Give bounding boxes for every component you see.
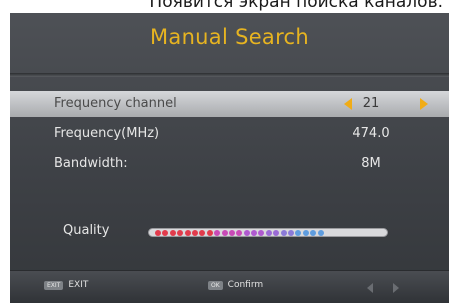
quality-segment bbox=[191, 229, 198, 236]
row-frequency-mhz[interactable]: Frequency(MHz) 474.0 bbox=[10, 121, 449, 147]
quality-segment bbox=[228, 229, 235, 236]
quality-segment bbox=[317, 229, 324, 236]
quality-segment bbox=[273, 229, 280, 236]
caption-text: Появится экран поиска каналов. bbox=[149, 0, 443, 12]
ok-key-icon: OK bbox=[208, 280, 223, 290]
quality-segment bbox=[243, 229, 250, 236]
frequency-channel-label: Frequency channel bbox=[54, 96, 177, 111]
bandwidth-label: Bandwidth: bbox=[54, 156, 128, 171]
quality-bar bbox=[148, 228, 388, 237]
quality-segment bbox=[295, 229, 302, 236]
quality-segment bbox=[199, 229, 206, 236]
exit-key-icon: EXIT bbox=[44, 280, 64, 290]
quality-segment bbox=[236, 229, 243, 236]
exit-label: EXIT bbox=[68, 280, 89, 290]
footer-bar: EXIT EXIT OK Confirm bbox=[10, 270, 449, 303]
quality-segment bbox=[258, 229, 265, 236]
quality-segment bbox=[288, 229, 295, 236]
quality-segment bbox=[162, 229, 169, 236]
quality-segment bbox=[265, 229, 272, 236]
quality-segment bbox=[184, 229, 191, 236]
page-title: Manual Search bbox=[149, 25, 310, 49]
row-bandwidth[interactable]: Bandwidth: 8M bbox=[10, 151, 449, 177]
frequency-mhz-label: Frequency(MHz) bbox=[54, 126, 160, 141]
frequency-mhz-value: 474.0 bbox=[352, 126, 390, 141]
quality-segment bbox=[280, 229, 287, 236]
arrow-right-icon[interactable] bbox=[420, 98, 428, 110]
nav-right-icon bbox=[393, 283, 399, 293]
row-frequency-channel[interactable]: Frequency channel 21 bbox=[10, 91, 449, 117]
manual-search-screen: Manual Search Frequency channel 21 Frequ… bbox=[10, 13, 449, 303]
confirm-hint[interactable]: OK Confirm bbox=[208, 280, 263, 290]
quality-segment bbox=[206, 229, 213, 236]
exit-hint[interactable]: EXIT EXIT bbox=[44, 280, 88, 290]
frequency-channel-value: 21 bbox=[362, 96, 380, 111]
confirm-label: Confirm bbox=[227, 280, 264, 290]
title-divider bbox=[10, 73, 449, 77]
quality-segment bbox=[310, 229, 317, 236]
quality-segment bbox=[214, 229, 221, 236]
quality-segment bbox=[169, 229, 176, 236]
quality-segment bbox=[302, 229, 309, 236]
quality-label: Quality bbox=[63, 223, 110, 238]
nav-left-icon bbox=[367, 283, 373, 293]
quality-segment bbox=[221, 229, 228, 236]
quality-segment bbox=[251, 229, 258, 236]
quality-segment bbox=[177, 229, 184, 236]
quality-segment bbox=[155, 229, 161, 236]
bandwidth-value: 8M bbox=[361, 156, 381, 171]
